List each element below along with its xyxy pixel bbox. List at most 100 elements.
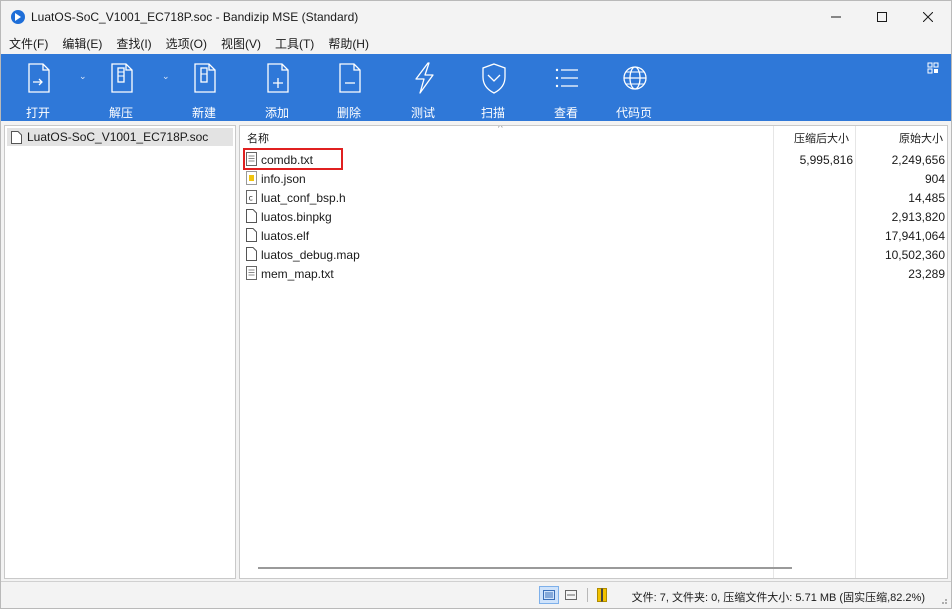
new-label: 新建 xyxy=(191,106,216,120)
extract-label: 解压 xyxy=(108,106,133,120)
file-original-size: 904 xyxy=(924,172,945,186)
file-row[interactable]: luatos.binpkg 2,913,820 xyxy=(240,207,947,226)
menu-file[interactable]: 文件(F) xyxy=(1,35,54,52)
file-list-panel[interactable]: 名称 ^ 压缩后大小 原始大小 comdb.txt 5,995,816 2,24… xyxy=(239,125,948,579)
scan-label: 扫描 xyxy=(480,106,505,120)
file-row[interactable]: luatos.elf 17,941,064 xyxy=(240,226,947,245)
list-view-button[interactable] xyxy=(561,586,581,604)
new-archive-icon xyxy=(194,63,216,93)
file-name: luatos.binpkg xyxy=(261,210,332,224)
open-dropdown-icon[interactable]: ⌄ xyxy=(79,71,87,82)
new-button[interactable]: 新建 xyxy=(179,54,229,121)
text-file-icon xyxy=(246,266,257,280)
open-button[interactable]: 打开 xyxy=(13,54,63,121)
folder-tree-panel[interactable]: LuatOS-SoC_V1001_EC718P.soc xyxy=(4,125,236,579)
window-title: LuatOS-SoC_V1001_EC718P.soc - Bandizip M… xyxy=(31,10,359,24)
extract-button[interactable]: 解压 xyxy=(96,54,146,121)
add-label: 添加 xyxy=(264,106,289,120)
title-bar: LuatOS-SoC_V1001_EC718P.soc - Bandizip M… xyxy=(1,1,951,33)
c-header-file-icon: c xyxy=(246,190,257,204)
test-button[interactable]: 测试 xyxy=(398,54,448,121)
bandizip-app-icon xyxy=(11,10,25,24)
file-original-size: 2,913,820 xyxy=(891,210,945,224)
view-label: 查看 xyxy=(553,106,578,120)
file-name: luatos.elf xyxy=(261,229,310,243)
maximize-button[interactable] xyxy=(859,1,905,33)
delete-button[interactable]: 删除 xyxy=(324,54,374,121)
status-text: 文件: 7, 文件夹: 0, 压缩文件大小: 5.71 MB (固实压缩,82.… xyxy=(631,592,925,604)
menu-tools[interactable]: 工具(T) xyxy=(267,35,320,52)
delete-file-icon xyxy=(339,63,361,93)
close-button[interactable] xyxy=(905,1,951,33)
menu-help[interactable]: 帮助(H) xyxy=(320,35,375,52)
status-divider xyxy=(587,588,588,602)
scan-button[interactable]: 扫描 xyxy=(468,54,518,121)
menu-bar: 文件(F) 编辑(E) 查找(I) 选项(O) 视图(V) 工具(T) 帮助(H… xyxy=(1,33,951,53)
window-controls xyxy=(813,1,951,33)
shield-icon xyxy=(482,63,506,94)
file-row[interactable]: info.json 904 xyxy=(240,169,947,188)
tree-item-archive-root[interactable]: LuatOS-SoC_V1001_EC718P.soc xyxy=(7,128,233,146)
grid-settings-icon xyxy=(927,62,939,74)
delete-label: 删除 xyxy=(336,106,361,120)
toolbar: 打开 ⌄ 解压 ⌄ 新建 添加 删除 测试 扫描 查看 代码页 xyxy=(1,54,951,121)
file-name: luat_conf_bsp.h xyxy=(261,191,346,205)
file-original-size: 17,941,064 xyxy=(884,229,945,243)
extract-icon xyxy=(111,63,133,93)
add-button[interactable]: 添加 xyxy=(252,54,302,121)
file-name: info.json xyxy=(261,172,306,186)
add-file-icon xyxy=(267,63,289,93)
file-name: comdb.txt xyxy=(261,153,314,167)
status-bar: 文件: 7, 文件夹: 0, 压缩文件大小: 5.71 MB (固实压缩,82.… xyxy=(1,581,951,608)
codepage-label: 代码页 xyxy=(615,106,652,120)
json-file-icon xyxy=(246,171,257,185)
file-name: luatos_debug.map xyxy=(261,248,360,262)
list-icon xyxy=(555,68,578,88)
resize-grip-icon[interactable] xyxy=(938,595,948,605)
file-name: mem_map.txt xyxy=(261,267,334,281)
menu-find[interactable]: 查找(I) xyxy=(108,35,157,52)
file-original-size: 23,289 xyxy=(908,267,945,281)
app-window: LuatOS-SoC_V1001_EC718P.soc - Bandizip M… xyxy=(0,0,952,609)
file-row[interactable]: c luat_conf_bsp.h 14,485 xyxy=(240,188,947,207)
extract-dropdown-icon[interactable]: ⌄ xyxy=(162,71,170,82)
blank-file-icon xyxy=(246,247,257,261)
column-header-compressed[interactable]: 压缩后大小 xyxy=(769,130,849,146)
file-icon xyxy=(11,130,22,144)
menu-view[interactable]: 视图(V) xyxy=(213,35,267,52)
file-original-size: 2,249,656 xyxy=(891,153,945,167)
horizontal-scrollbar[interactable] xyxy=(258,567,792,569)
close-icon xyxy=(923,12,933,22)
maximize-icon xyxy=(877,12,887,22)
toolbar-settings-button[interactable] xyxy=(927,62,939,77)
view-button[interactable]: 查看 xyxy=(541,54,591,121)
file-original-size: 14,485 xyxy=(908,191,945,205)
file-compressed-size: 5,995,816 xyxy=(799,153,853,167)
file-original-size: 10,502,360 xyxy=(884,248,945,262)
menu-options[interactable]: 选项(O) xyxy=(158,35,213,52)
blank-file-icon xyxy=(246,228,257,242)
column-header-original[interactable]: 原始大小 xyxy=(863,130,943,146)
sort-ascending-icon: ^ xyxy=(498,125,503,134)
blank-file-icon xyxy=(246,209,257,223)
menu-edit[interactable]: 编辑(E) xyxy=(54,35,108,52)
open-label: 打开 xyxy=(25,106,50,120)
file-row[interactable]: mem_map.txt 23,289 xyxy=(240,264,947,283)
file-row[interactable]: luatos_debug.map 10,502,360 xyxy=(240,245,947,264)
details-view-button[interactable] xyxy=(539,586,559,604)
svg-text:c: c xyxy=(249,194,253,203)
minimize-icon xyxy=(831,16,841,18)
lightning-icon xyxy=(415,62,434,94)
tree-item-label: LuatOS-SoC_V1001_EC718P.soc xyxy=(27,130,209,144)
file-list-header: 名称 ^ 压缩后大小 原始大小 xyxy=(240,125,947,146)
globe-icon xyxy=(623,66,647,90)
archive-info-button[interactable] xyxy=(592,586,612,604)
text-file-icon xyxy=(246,152,257,166)
archive-book-icon xyxy=(597,588,607,602)
list-view-icon xyxy=(565,590,577,600)
minimize-button[interactable] xyxy=(813,1,859,33)
codepage-button[interactable]: 代码页 xyxy=(609,54,659,121)
column-header-name[interactable]: 名称 xyxy=(247,130,269,146)
file-row[interactable]: comdb.txt 5,995,816 2,249,656 xyxy=(240,148,947,170)
open-icon xyxy=(28,63,50,93)
